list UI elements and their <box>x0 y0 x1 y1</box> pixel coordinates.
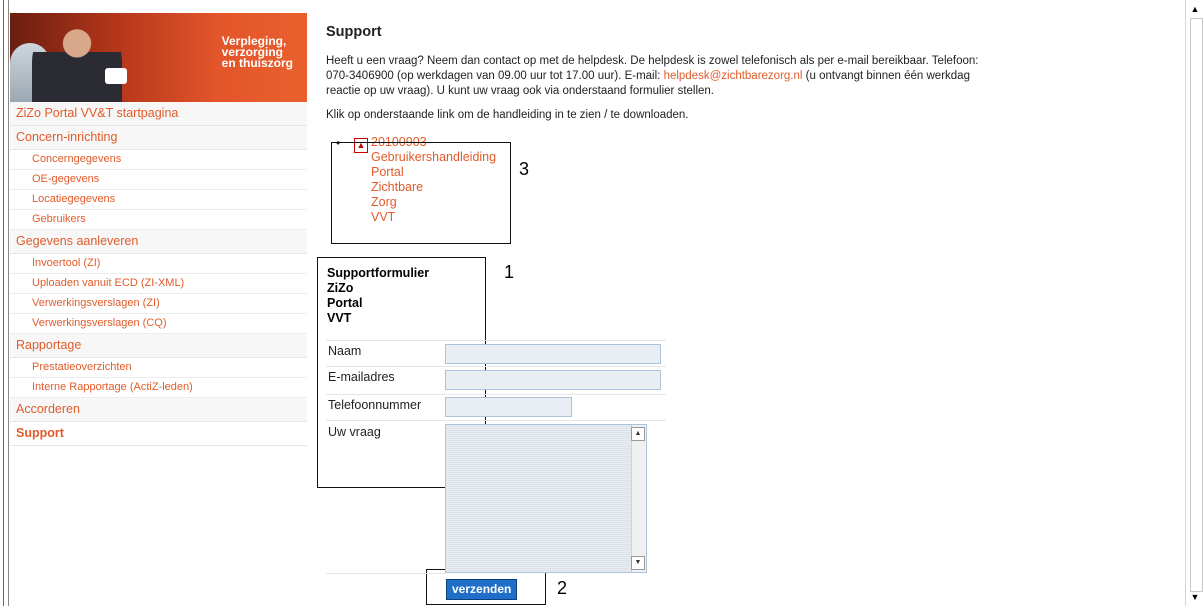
intro-text-2: 070-3406900 (op werkdagen van 09.00 uur … <box>326 70 661 82</box>
manual-instruction: Klik op onderstaande link om de handleid… <box>326 109 689 121</box>
scroll-up-icon[interactable]: ▲ <box>1188 2 1202 16</box>
annotation-number-2: 2 <box>557 578 568 598</box>
name-input[interactable] <box>445 344 661 364</box>
annotation-number-3: 3 <box>519 159 530 179</box>
form-divider <box>326 420 666 421</box>
nav-locatiegegevens[interactable]: Locatiegegevens <box>10 190 307 210</box>
form-divider <box>326 394 666 395</box>
page-title: Support <box>326 24 382 40</box>
banner-cup <box>105 68 127 84</box>
form-title-line: ZiZo <box>327 281 354 295</box>
textarea-scrollbar[interactable]: ▲ ▼ <box>631 425 646 572</box>
sidebar-banner-image: Verpleging, verzorging en thuiszorg <box>10 13 307 102</box>
nav-uploaden-ecd[interactable]: Uploaden vanuit ECD (ZI-XML) <box>10 274 307 294</box>
question-label: Uw vraag <box>328 425 381 439</box>
nav-invoertool[interactable]: Invoertool (ZI) <box>10 254 307 274</box>
nav-interne-rapportage[interactable]: Interne Rapportage (ActiZ-leden) <box>10 378 307 398</box>
form-title-line: VVT <box>327 311 352 325</box>
nav-rapportage[interactable]: Rapportage <box>10 334 307 358</box>
submit-button[interactable]: verzenden <box>446 579 518 600</box>
nav-verwerkingsverslagen-zi[interactable]: Verwerkingsverslagen (ZI) <box>10 294 307 314</box>
nav-concern-inrichting[interactable]: Concern-inrichting <box>10 126 307 150</box>
banner-figure-man <box>32 17 122 102</box>
textarea-scroll-up-icon[interactable]: ▲ <box>631 427 645 441</box>
annotation-box-3 <box>331 142 511 244</box>
phone-label: Telefoonnummer <box>328 398 422 412</box>
name-label: Naam <box>328 344 362 358</box>
intro-paragraph: Heeft u een vraag? Neem dan contact op m… <box>326 54 1166 99</box>
form-divider <box>326 366 666 367</box>
banner-tagline-line3: en thuiszorg <box>221 56 293 70</box>
form-title-line: Portal <box>327 296 363 310</box>
intro-text-1: Heeft u een vraag? Neem dan contact op m… <box>326 55 979 67</box>
scroll-down-icon[interactable]: ▼ <box>1188 590 1202 604</box>
window-frame-left <box>0 0 9 606</box>
form-divider <box>326 573 446 574</box>
email-label: E-mailadres <box>328 370 395 384</box>
banner-tagline: Verpleging, verzorging en thuiszorg <box>221 35 293 70</box>
nav-accorderen[interactable]: Accorderen <box>10 398 307 422</box>
sidebar: Verpleging, verzorging en thuiszorg ZiZo… <box>10 13 307 446</box>
nav-startpage[interactable]: ZiZo Portal VV&T startpagina <box>10 102 307 126</box>
form-title: Supportformulier ZiZo Portal VVT <box>327 266 429 326</box>
page-scrollbar[interactable]: ▲ ▼ <box>1185 0 1204 606</box>
intro-text-4: reactie op uw vraag). U kunt uw vraag oo… <box>326 85 715 97</box>
question-textarea[interactable]: ▲ ▼ <box>445 424 647 573</box>
phone-input[interactable] <box>445 397 572 417</box>
textarea-scroll-down-icon[interactable]: ▼ <box>631 556 645 570</box>
form-title-line: Supportformulier <box>327 266 430 280</box>
nav-verwerkingsverslagen-cq[interactable]: Verwerkingsverslagen (CQ) <box>10 314 307 334</box>
nav-gegevens-aanleveren[interactable]: Gegevens aanleveren <box>10 230 307 254</box>
nav-oe-gegevens[interactable]: OE-gegevens <box>10 170 307 190</box>
form-divider <box>326 340 666 341</box>
intro-text-3: (u ontvangt binnen één werkdag <box>805 70 970 82</box>
annotation-number-1: 1 <box>504 262 515 282</box>
nav-support[interactable]: Support <box>10 422 307 446</box>
helpdesk-email-link[interactable]: helpdesk@zichtbarezorg.nl <box>664 70 803 82</box>
nav-prestatieoverzichten[interactable]: Prestatieoverzichten <box>10 358 307 378</box>
email-input[interactable] <box>445 370 661 390</box>
nav-gebruikers[interactable]: Gebruikers <box>10 210 307 230</box>
nav-concerngegevens[interactable]: Concerngegevens <box>10 150 307 170</box>
scroll-track[interactable] <box>1190 18 1203 592</box>
